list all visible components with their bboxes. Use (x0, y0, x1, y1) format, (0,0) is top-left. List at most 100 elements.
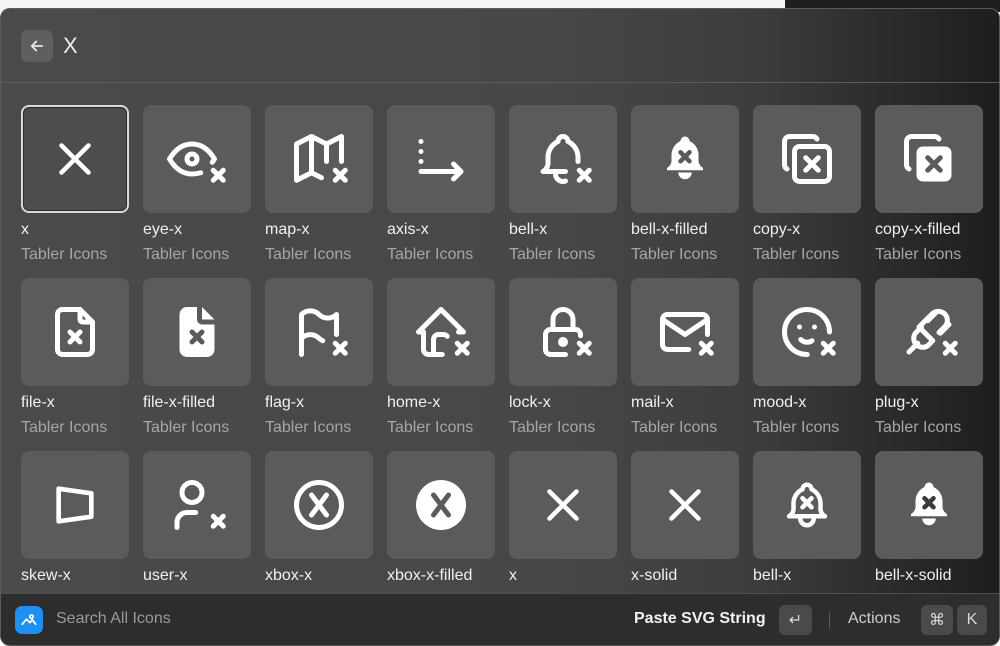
icon-source: Tabler Icons (631, 246, 718, 263)
search-bar (1, 9, 999, 83)
icon-preview-tile[interactable] (387, 451, 495, 559)
mail-x-icon (655, 302, 715, 362)
icon-preview-tile[interactable] (509, 105, 617, 213)
x-icon (658, 478, 712, 532)
icon-preview-tile[interactable] (875, 278, 983, 386)
footer-divider (829, 612, 830, 629)
icon-result-card[interactable]: mail-x Tabler Icons (631, 278, 741, 450)
icon-preview-tile[interactable] (143, 105, 251, 213)
icon-preview-tile[interactable] (875, 105, 983, 213)
icon-preview-tile[interactable] (387, 105, 495, 213)
map-x-icon (289, 129, 349, 189)
icon-result-card[interactable]: map-x Tabler Icons (265, 105, 375, 277)
icon-name: map-x (265, 221, 310, 238)
icon-source: Tabler Icons (631, 419, 718, 436)
icon-preview-tile[interactable] (753, 451, 861, 559)
icon-preview-tile[interactable] (265, 451, 373, 559)
icon-name: x (509, 567, 517, 584)
icon-result-card[interactable]: x Tabler Icons (21, 105, 131, 277)
icon-source: Tabler Icons (21, 246, 108, 263)
lock-x-icon (533, 302, 593, 362)
x-icon (536, 478, 590, 532)
icon-preview-tile[interactable] (631, 278, 739, 386)
axis-x-icon (411, 129, 471, 189)
icon-name: mood-x (753, 394, 807, 411)
icon-source: Tabler Icons (509, 246, 596, 263)
icon-result-card[interactable]: user-x (143, 451, 253, 591)
icon-preview-tile[interactable] (143, 278, 251, 386)
icon-name: plug-x (875, 394, 919, 411)
eye-x-icon (167, 129, 227, 189)
icon-result-card[interactable]: x (509, 451, 619, 591)
icon-preview-tile[interactable] (21, 278, 129, 386)
icon-result-card[interactable]: copy-x Tabler Icons (753, 105, 863, 277)
icon-preview-tile[interactable] (509, 451, 617, 559)
icon-preview-tile[interactable] (753, 278, 861, 386)
icon-source: Tabler Icons (387, 419, 474, 436)
icon-source: Tabler Icons (387, 246, 474, 263)
back-button[interactable] (21, 30, 53, 62)
icon-result-card[interactable]: copy-x-filled Tabler Icons (875, 105, 985, 277)
icon-name: xbox-x (265, 567, 313, 584)
icon-result-card[interactable]: mood-x Tabler Icons (753, 278, 863, 450)
icon-source: Tabler Icons (143, 246, 230, 263)
icon-preview-tile[interactable] (21, 451, 129, 559)
home-x-icon (411, 302, 471, 362)
bell-x-outline-icon (780, 478, 834, 532)
icon-result-card[interactable]: flag-x Tabler Icons (265, 278, 375, 450)
copy-x-icon (777, 129, 837, 189)
icon-result-card[interactable]: x-solid (631, 451, 741, 591)
icon-name: x (21, 221, 29, 238)
icon-preview-tile[interactable] (753, 105, 861, 213)
flag-x-icon (289, 302, 349, 362)
icon-source: Tabler Icons (143, 419, 230, 436)
icon-source: Tabler Icons (753, 246, 840, 263)
icon-preview-tile[interactable] (21, 105, 129, 213)
icon-name: user-x (143, 567, 188, 584)
icon-source: Tabler Icons (265, 246, 352, 263)
icon-source: Tabler Icons (753, 419, 840, 436)
icon-result-card[interactable]: bell-x-filled Tabler Icons (631, 105, 741, 277)
icon-result-card[interactable]: home-x Tabler Icons (387, 278, 497, 450)
icon-source: Tabler Icons (875, 419, 962, 436)
icon-preview-tile[interactable] (875, 451, 983, 559)
icon-preview-tile[interactable] (143, 451, 251, 559)
icon-result-card[interactable]: bell-x-solid (875, 451, 985, 591)
icon-result-card[interactable]: eye-x Tabler Icons (143, 105, 253, 277)
icon-name: flag-x (265, 394, 305, 411)
icon-preview-tile[interactable] (509, 278, 617, 386)
command-key-hint: ⌘ (921, 605, 953, 635)
icon-source: Tabler Icons (265, 419, 352, 436)
icon-name: home-x (387, 394, 441, 411)
file-x-filled-icon (167, 302, 227, 362)
icon-preview-tile[interactable] (387, 278, 495, 386)
icon-source: Tabler Icons (21, 419, 108, 436)
file-x-icon (45, 302, 105, 362)
icon-preview-tile[interactable] (631, 451, 739, 559)
icon-preview-tile[interactable] (631, 105, 739, 213)
icon-preview-tile[interactable] (265, 105, 373, 213)
icon-result-card[interactable]: file-x-filled Tabler Icons (143, 278, 253, 450)
search-input[interactable] (63, 31, 663, 61)
plug-x-icon (899, 302, 959, 362)
icon-result-card[interactable]: skew-x (21, 451, 131, 591)
icon-result-card[interactable]: bell-x Tabler Icons (509, 105, 619, 277)
icon-name: eye-x (143, 221, 183, 238)
icon-preview-tile[interactable] (265, 278, 373, 386)
copy-x-filled-icon (899, 129, 959, 189)
icon-name: lock-x (509, 394, 551, 411)
icon-result-card[interactable]: bell-x (753, 451, 863, 591)
icon-result-card[interactable]: xbox-x-filled (387, 451, 497, 591)
actions-button[interactable]: Actions (848, 610, 900, 628)
icon-result-card[interactable]: xbox-x (265, 451, 375, 591)
icon-source: Tabler Icons (875, 246, 962, 263)
icon-result-card[interactable]: lock-x Tabler Icons (509, 278, 619, 450)
search-all-icons-label[interactable]: Search All Icons (56, 610, 171, 628)
bell-x-filled-icon (658, 132, 712, 186)
action-bar: Search All Icons Paste SVG String ↵ Acti… (1, 593, 999, 645)
icon-result-card[interactable]: plug-x Tabler Icons (875, 278, 985, 450)
icon-result-card[interactable]: file-x Tabler Icons (21, 278, 131, 450)
icon-result-card[interactable]: axis-x Tabler Icons (387, 105, 497, 277)
paste-svg-string-action[interactable]: Paste SVG String (634, 610, 766, 628)
icon-name: bell-x-filled (631, 221, 708, 238)
